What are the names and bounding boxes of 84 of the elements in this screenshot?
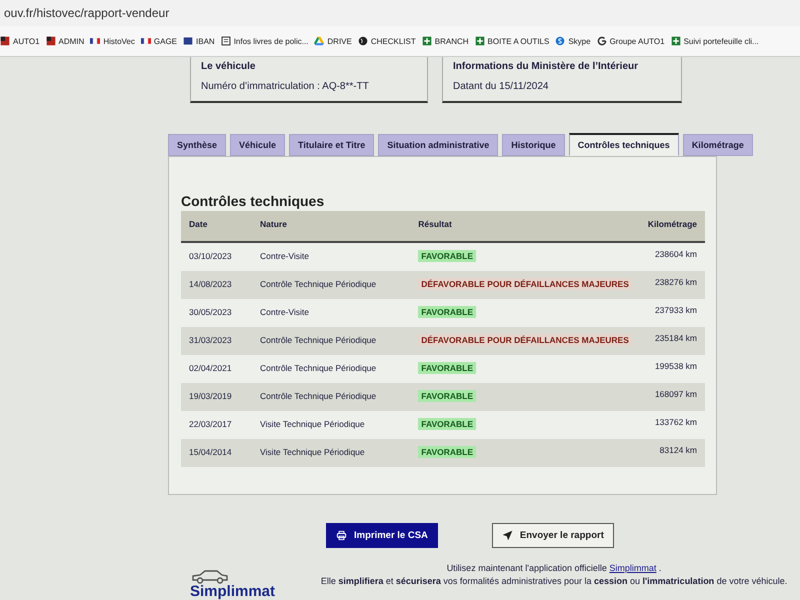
result-label: DÉFAVORABLE POUR DÉFAILLANCES MAJEURES [418,334,632,346]
square-logo-icon[interactable] [0,36,10,46]
table-cell: Contrôle Technique Périodique [252,355,410,383]
bookmark-link[interactable]: Groupe AUTO1 [610,36,665,46]
result-badge: FAVORABLE [418,250,476,262]
bookmark-link[interactable]: Suivi portefeuille cli... [684,36,759,46]
table-cell: 02/04/2021 [181,355,252,383]
table-cell: 19/03/2019 [181,383,252,411]
table-cell: 235184 km [640,327,705,355]
bookmark-link[interactable]: ADMIN [58,36,84,46]
address-bar-url[interactable]: ouv.fr/histovec/rapport-vendeur [0,6,174,20]
column-header: Résultat [410,211,640,242]
table-cell: 133762 km [640,411,705,439]
result-label: DÉFAVORABLE POUR DÉFAILLANCES MAJEURES [418,278,632,290]
table-cell: 03/10/2023 [181,242,252,271]
tab[interactable]: Situation administrative [378,134,498,156]
table-cell: Contrôle Technique Périodique [252,383,410,411]
table-cell: Contrôle Technique Périodique [252,271,410,299]
table-cell: 30/05/2023 [181,299,252,327]
table-cell: Visite Technique Périodique [252,439,410,467]
tab[interactable]: Véhicule [230,134,286,156]
footer-text: Utilisez maintenant l'application officielle Simplimmat . [446,562,662,575]
table-cell: 238604 km [640,242,705,271]
table-cell: 237933 km [640,299,705,327]
table-cell: 15/04/2014 [181,439,252,467]
table-cell: 238276 km [640,271,705,299]
column-header: Nature [252,211,410,242]
result-badge: FAVORABLE [418,306,476,318]
triangle-logo-icon[interactable] [314,36,324,46]
table-cell: 31/03/2023 [181,327,252,355]
bookmark-link[interactable]: BOITE A OUTILS [488,36,550,46]
card-title: Informations du Ministère de l’Intérieur [453,61,640,72]
bookmark-link[interactable]: DRIVE [327,36,352,46]
result-badge: FAVORABLE [418,362,476,374]
print-button[interactable]: Imprimer le CSA [326,523,438,548]
tab[interactable]: Kilométrage [682,134,753,156]
bookmark-link[interactable]: HistoVec [103,36,135,46]
column-header: Kilométrage [640,211,705,242]
result-badge: FAVORABLE [418,390,476,402]
square-logo-icon[interactable] [46,36,56,46]
plus-square-icon[interactable] [670,36,681,46]
card-text: Numéro d’immatriculation : AQ-8**-TT [201,81,370,92]
car-icon [190,568,230,584]
paper-plane-icon [502,530,513,541]
send-button[interactable]: Envoyer le rapport [492,523,614,548]
table-cell: 199538 km [640,355,705,383]
table-cell: 14/08/2023 [181,271,252,299]
result-badge: FAVORABLE [418,446,476,458]
card-text: Datant du 15/11/2024 [453,81,550,92]
globe-icon[interactable] [358,36,368,46]
footer-text: Elle simplifiera et sécurisera vos formalités administratives pour la cession ou l'immatriculation de votre véhicule. [320,575,788,588]
section-title: Contrôles techniques [181,193,326,209]
plus-square-icon[interactable] [474,36,485,46]
table-cell: 168097 km [640,383,705,411]
card-title: Le véhicule [201,61,256,72]
column-header: Date [181,211,252,242]
g-letter-icon[interactable] [596,36,607,46]
table-cell: 22/03/2017 [181,411,252,439]
table-cell: 83124 km [640,439,705,467]
bookmark-link[interactable]: Skype [568,36,591,46]
bookmark-link[interactable]: Infos livres de polic... [234,36,308,46]
tab[interactable]: Synthèse [168,134,226,156]
tab[interactable]: Historique [502,134,565,156]
bookmark-link[interactable]: AUTO1 [13,36,40,46]
bookmark-link[interactable]: IBAN [196,36,215,46]
logo-text: Simplimmat [190,584,276,599]
result-badge: FAVORABLE [418,418,476,430]
plus-square-icon[interactable] [422,36,432,46]
tab[interactable]: Contrôles techniques [568,133,679,156]
table-cell: Contre-Visite [252,242,410,271]
printer-icon [336,530,347,541]
tab[interactable]: Titulaire et Titre [289,134,374,156]
square-logo-icon[interactable] [183,36,194,46]
flag-icon[interactable] [90,36,100,46]
table-cell: Contrôle Technique Périodique [252,327,410,355]
simplimmat-link[interactable]: Simplimmat [609,563,656,573]
bookmark-link[interactable]: BRANCH [434,36,469,46]
s-circle-icon[interactable] [555,36,566,46]
bookmark-link[interactable]: CHECKLIST [370,36,416,46]
document-icon[interactable] [220,36,231,46]
bookmark-link[interactable]: GAGE [154,36,178,46]
table-cell: Contre-Visite [252,299,410,327]
flag-icon[interactable] [140,36,151,46]
table-cell: Visite Technique Périodique [252,411,410,439]
